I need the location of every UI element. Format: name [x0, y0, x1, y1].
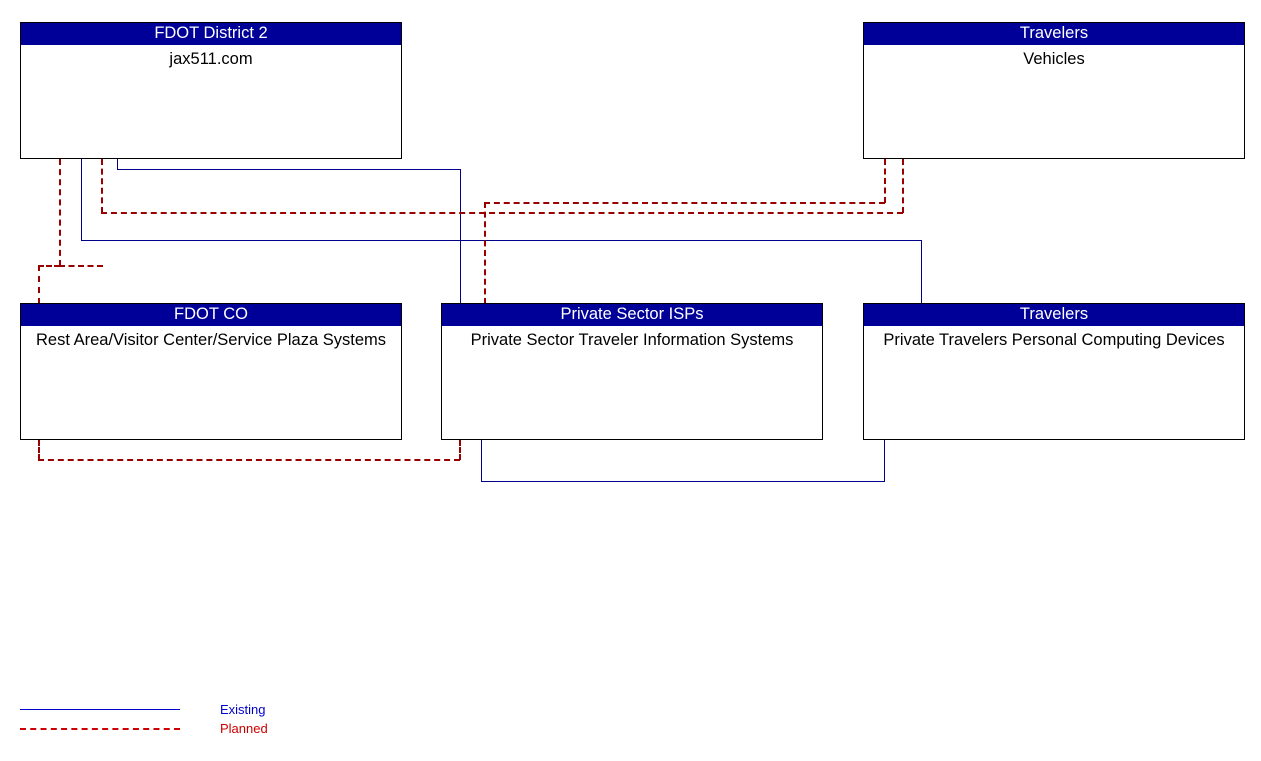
legend-planned-line-icon — [20, 728, 180, 730]
planned-link-vehicles-to-isps-across — [484, 202, 885, 204]
node-private-sector-isps-element: Private Sector Traveler Information Syst… — [470, 331, 794, 349]
planned-link-jax511-to-restarea-stub — [59, 159, 61, 266]
existing-link-jax511-to-devices-across — [81, 240, 922, 241]
planned-link-restarea-to-isps-rise — [459, 440, 461, 460]
node-fdot-co-rest-area-element: Rest Area/Visitor Center/Service Plaza S… — [36, 331, 386, 349]
node-fdot-district-2[interactable]: FDOT District 2 jax511.com — [20, 22, 402, 159]
node-private-sector-isps-stakeholder: Private Sector ISPs — [442, 304, 822, 326]
interconnect-diagram-canvas: FDOT District 2 jax511.com Travelers Veh… — [0, 0, 1261, 761]
planned-link-jax511-to-vehicles-rise — [902, 159, 904, 213]
existing-link-jax511-to-isps-across — [117, 169, 461, 170]
node-travelers-personal-devices[interactable]: Travelers Private Travelers Personal Com… — [863, 303, 1245, 440]
planned-link-jax511-to-restarea-drop — [38, 265, 40, 304]
planned-link-vehicles-to-isps-stub — [884, 159, 886, 203]
planned-link-restarea-to-isps-across — [38, 459, 460, 461]
planned-link-jax511-to-vehicles-across — [101, 212, 903, 214]
node-travelers-vehicles[interactable]: Travelers Vehicles — [863, 22, 1245, 159]
legend-existing-line-icon — [20, 709, 180, 710]
node-fdot-co-rest-area[interactable]: FDOT CO Rest Area/Visitor Center/Service… — [20, 303, 402, 440]
node-travelers-vehicles-stakeholder: Travelers — [864, 23, 1244, 45]
existing-link-isps-to-devices-rise — [884, 440, 885, 482]
node-travelers-vehicles-element: Vehicles — [1023, 50, 1085, 68]
node-private-sector-isps[interactable]: Private Sector ISPs Private Sector Trave… — [441, 303, 823, 440]
node-fdot-co-rest-area-stakeholder: FDOT CO — [21, 304, 401, 326]
legend-planned-label: Planned — [220, 721, 268, 736]
planned-link-jax511-to-vehicles-stub — [101, 159, 103, 213]
node-fdot-district-2-stakeholder: FDOT District 2 — [21, 23, 401, 45]
existing-link-isps-to-devices-across — [481, 481, 885, 482]
planned-link-restarea-to-isps-stub — [38, 440, 40, 460]
node-fdot-district-2-element: jax511.com — [169, 50, 253, 68]
existing-link-jax511-to-devices-stub — [81, 159, 82, 241]
planned-link-vehicles-to-isps-drop — [484, 202, 486, 304]
node-travelers-personal-devices-element: Private Travelers Personal Computing Dev… — [883, 331, 1225, 349]
node-travelers-personal-devices-stakeholder: Travelers — [864, 304, 1244, 326]
legend-existing-label: Existing — [220, 702, 266, 717]
existing-link-isps-to-devices-stub — [481, 440, 482, 482]
planned-link-jax511-to-restarea-jog2 — [38, 265, 60, 267]
planned-link-jax511-to-restarea-jog — [59, 265, 103, 267]
existing-link-jax511-to-devices-drop — [921, 240, 922, 304]
existing-link-jax511-to-isps-drop — [460, 169, 461, 304]
